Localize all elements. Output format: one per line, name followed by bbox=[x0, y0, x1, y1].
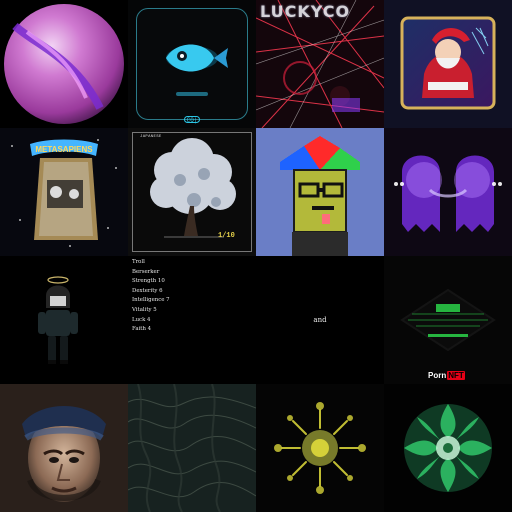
porn-nft-logo-left: Porn bbox=[428, 370, 447, 380]
tile-fish-card[interactable]: CO| bbox=[128, 0, 256, 128]
character-stats: Troll Berserker Strength 10 Dexterity 6 … bbox=[132, 258, 170, 335]
stats-class: Berserker bbox=[132, 268, 160, 275]
purple-ghosts-art bbox=[384, 128, 512, 256]
porn-nft-logo: Porn NFT bbox=[428, 370, 465, 380]
nft-gallery-grid: CO| LUCKYCO METASAPIENS JAPANESE 1/10 Tr… bbox=[0, 0, 512, 512]
tile-and-text[interactable]: and bbox=[256, 256, 384, 384]
santa-art bbox=[400, 16, 496, 110]
snow-tree-art bbox=[150, 138, 236, 238]
stats-dexterity: Dexterity 6 bbox=[132, 287, 163, 294]
tile-pixel-character[interactable] bbox=[256, 128, 384, 256]
porn-nft-art bbox=[384, 256, 512, 384]
tile-metasapiens[interactable]: METASAPIENS bbox=[0, 128, 128, 256]
tree-edition: 1/10 bbox=[218, 232, 235, 240]
yellow-mandala-art bbox=[256, 384, 384, 512]
metasapiens-art: METASAPIENS bbox=[11, 139, 117, 247]
porn-nft-logo-right: NFT bbox=[447, 370, 465, 380]
stats-race: Troll bbox=[132, 259, 145, 265]
stats-faith: Faith 4 bbox=[132, 326, 152, 333]
tile-porn-nft[interactable]: Porn NFT bbox=[384, 256, 512, 384]
metasapiens-title: METASAPIENS bbox=[35, 145, 93, 154]
stats-vitality: Vitality 5 bbox=[132, 306, 157, 313]
marble-orb-art bbox=[4, 4, 124, 124]
tile-lucky-lines[interactable]: LUCKYCO bbox=[256, 0, 384, 128]
tile-green-mandala[interactable] bbox=[384, 384, 512, 512]
fish-badge: CO| bbox=[184, 116, 200, 124]
tile-bandana-portrait[interactable] bbox=[0, 384, 128, 512]
and-text: and bbox=[313, 316, 327, 324]
green-mandala-art bbox=[384, 384, 512, 512]
stats-intelligence: Intelligence 7 bbox=[132, 297, 170, 304]
stats-luck: Luck 4 bbox=[132, 316, 151, 323]
marble-texture-art bbox=[128, 384, 256, 512]
tile-character-stats[interactable]: Troll Berserker Strength 10 Dexterity 6 … bbox=[128, 256, 256, 384]
tile-yellow-mandala[interactable] bbox=[256, 384, 384, 512]
tile-doll-figure[interactable] bbox=[0, 256, 128, 384]
fish-art bbox=[166, 44, 228, 96]
tile-purple-ghosts[interactable] bbox=[384, 128, 512, 256]
doll-figure-art bbox=[38, 276, 78, 364]
tile-marble-orb[interactable] bbox=[0, 0, 128, 128]
tile-marble-texture[interactable] bbox=[128, 384, 256, 512]
tile-santa-card[interactable] bbox=[384, 0, 512, 128]
bandana-portrait-art bbox=[0, 384, 128, 512]
tile-snow-tree[interactable]: JAPANESE 1/10 bbox=[128, 128, 256, 256]
stats-strength: Strength 10 bbox=[132, 278, 165, 285]
tree-label: JAPANESE bbox=[140, 135, 162, 139]
pixel-character-art bbox=[256, 128, 384, 256]
lucky-title: LUCKYCO bbox=[260, 2, 351, 21]
